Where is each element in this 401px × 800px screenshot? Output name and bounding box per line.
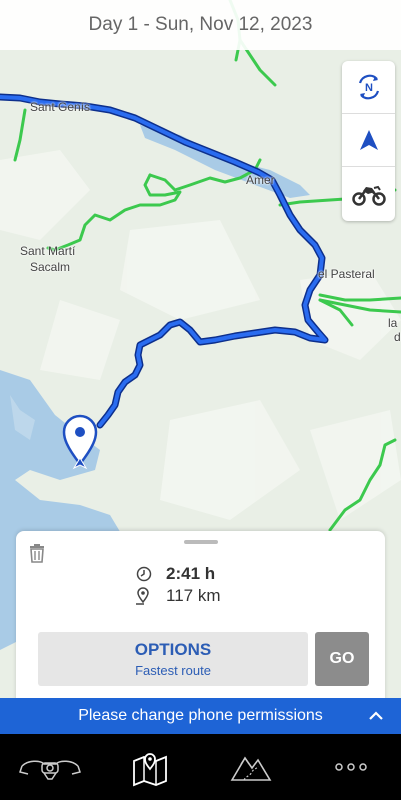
day-header: Day 1 - Sun, Nov 12, 2023	[0, 0, 401, 50]
day-title: Day 1 - Sun, Nov 12, 2023	[88, 14, 313, 35]
permissions-text: Please change phone permissions	[78, 707, 323, 724]
route-duration: 2:41 h	[166, 564, 216, 583]
chevron-up-icon[interactable]	[367, 707, 385, 725]
motorbike-front-icon	[19, 760, 82, 780]
options-label: OPTIONS	[134, 640, 212, 659]
map-label-amer: Amer	[246, 173, 275, 187]
vehicle-type-button[interactable]	[342, 167, 395, 220]
nav-ride[interactable]	[15, 742, 85, 792]
nav-more[interactable]	[316, 742, 386, 792]
route-type-label: Fastest route	[135, 663, 211, 678]
nav-map[interactable]	[115, 742, 185, 792]
bottom-navigation	[0, 734, 401, 800]
go-label: GO	[329, 650, 355, 667]
navigation-mode-button[interactable]	[342, 114, 395, 167]
north-up-button[interactable]: N	[342, 61, 395, 114]
mountain-icon	[230, 756, 272, 781]
map-label-sant-genis: Sant Genís	[30, 100, 91, 114]
svg-text:N: N	[365, 82, 373, 94]
map-label-sacalm: Sacalm	[30, 260, 71, 274]
nav-explore[interactable]	[216, 742, 286, 792]
go-button[interactable]: GO	[315, 632, 369, 686]
permissions-banner[interactable]: Please change phone permissions	[0, 698, 401, 734]
north-compass-icon: N	[358, 74, 379, 100]
route-summary-card: 2:41 h 117 km OPTIONS Fastest route GO	[16, 531, 385, 711]
route-distance: 117 km	[166, 586, 221, 605]
map-label-d: d	[394, 330, 401, 344]
delete-route-button[interactable]	[28, 543, 46, 568]
map-label-el-pasteral: el Pasteral	[318, 267, 375, 281]
duration-stat: 2:41 h	[136, 564, 215, 584]
clock-icon	[136, 566, 152, 582]
map-label-la: la	[388, 316, 398, 330]
navigation-arrow-icon	[359, 130, 378, 150]
map-pin-icon	[133, 753, 168, 787]
map-controls: N	[342, 61, 395, 221]
more-icon	[335, 763, 367, 771]
route-options-button[interactable]: OPTIONS Fastest route	[38, 632, 308, 686]
map-label-sant-marti: Sant Martí	[20, 244, 76, 258]
trash-icon	[30, 544, 44, 563]
motorcycle-icon	[351, 185, 386, 206]
distance-stat: 117 km	[134, 586, 221, 606]
drag-handle[interactable]	[184, 540, 218, 544]
app-screen: Sant Genís Amer Sant Martí Sacalm el Pas…	[0, 0, 401, 800]
location-pin-icon	[136, 587, 149, 605]
